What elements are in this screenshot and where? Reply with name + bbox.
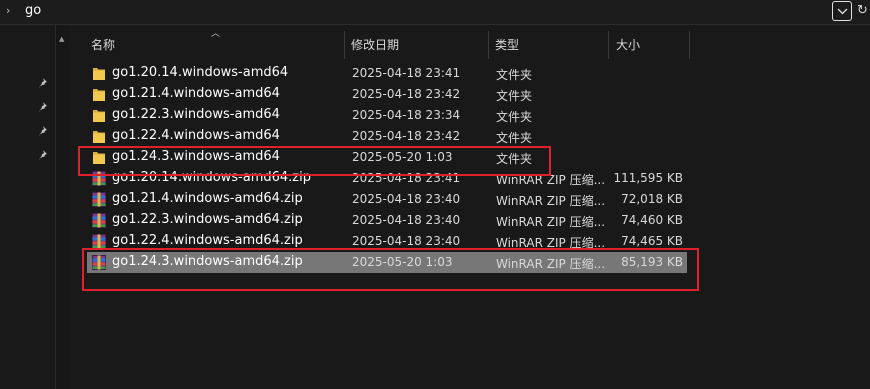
folder-icon [92, 129, 106, 144]
file-row[interactable]: go1.22.4.windows-amd64 2025-04-18 23:42 文件… [87, 126, 687, 147]
file-modified-date: 2025-04-18 23:40 [352, 192, 461, 206]
file-size: 72,018 KB [621, 192, 683, 206]
file-name: go1.22.3.windows-amd64 [112, 107, 280, 122]
file-size: 74,465 KB [621, 234, 683, 248]
breadcrumb-path[interactable]: go [25, 3, 41, 18]
column-divider[interactable] [608, 31, 609, 59]
file-type: 文件夹 [496, 131, 533, 145]
file-size: 74,460 KB [621, 213, 683, 227]
file-row[interactable]: go1.22.3.windows-amd64.zip 2025-04-18 23:… [87, 210, 687, 231]
pin-icon[interactable] [38, 101, 50, 113]
file-row[interactable]: go1.21.4.windows-amd64 2025-04-18 23:42 文件… [87, 84, 687, 105]
scroll-up-arrow-icon[interactable]: ▲ [59, 35, 64, 43]
file-name: go1.20.14.windows-amd64 [112, 65, 289, 80]
file-modified-date: 2025-04-18 23:42 [352, 129, 461, 143]
file-modified-date: 2025-04-18 23:41 [352, 66, 461, 80]
winrar-archive-icon [92, 192, 106, 207]
pin-icon[interactable] [38, 125, 50, 137]
address-bar[interactable]: › go ↻ [0, 0, 870, 25]
file-row[interactable]: go1.21.4.windows-amd64.zip 2025-04-18 23:… [87, 189, 687, 210]
chevron-down-icon [837, 8, 848, 15]
file-type: WinRAR ZIP 压缩... [496, 215, 606, 229]
folder-icon [92, 87, 106, 102]
file-modified-date: 2025-04-18 23:40 [352, 234, 461, 248]
column-header-date[interactable]: 修改日期 [351, 36, 399, 53]
winrar-archive-icon [92, 213, 106, 228]
navigation-scrollbar[interactable]: ▲ [55, 25, 69, 389]
file-name: go1.22.4.windows-amd64 [112, 128, 280, 143]
pin-icon[interactable] [38, 77, 50, 89]
file-type: WinRAR ZIP 压缩... [496, 194, 606, 208]
highlight-box-folder [78, 146, 551, 176]
file-type: 文件夹 [496, 89, 533, 103]
file-name: go1.21.4.windows-amd64.zip [112, 191, 303, 206]
winrar-archive-icon [92, 234, 106, 249]
navigation-pane [0, 25, 54, 389]
refresh-icon[interactable]: ↻ [857, 3, 868, 18]
pin-icon[interactable] [38, 149, 50, 161]
file-modified-date: 2025-04-18 23:34 [352, 108, 461, 122]
file-name: go1.22.3.windows-amd64.zip [112, 212, 303, 227]
column-divider[interactable] [488, 31, 489, 59]
file-type: 文件夹 [496, 68, 533, 82]
file-modified-date: 2025-04-18 23:40 [352, 213, 461, 227]
file-type: 文件夹 [496, 110, 533, 124]
column-divider[interactable] [689, 31, 690, 59]
file-modified-date: 2025-04-18 23:42 [352, 87, 461, 101]
column-header: 名称 修改日期 类型 大小 [69, 31, 709, 59]
highlight-box-zip [82, 248, 699, 291]
column-header-name[interactable]: 名称 [91, 36, 115, 53]
breadcrumb-chevron-icon[interactable]: › [6, 4, 10, 17]
file-name: go1.22.4.windows-amd64.zip [112, 233, 303, 248]
column-header-type[interactable]: 类型 [495, 36, 519, 53]
column-header-size[interactable]: 大小 [616, 36, 640, 53]
file-list: ︿ 名称 修改日期 类型 大小 go1.20.14.windows-amd64 2… [69, 25, 870, 389]
file-name: go1.21.4.windows-amd64 [112, 86, 280, 101]
address-dropdown-button[interactable] [832, 1, 852, 21]
file-row[interactable]: go1.20.14.windows-amd64 2025-04-18 23:41 文… [87, 63, 687, 84]
folder-icon [92, 108, 106, 123]
file-row[interactable]: go1.22.3.windows-amd64 2025-04-18 23:34 文件… [87, 105, 687, 126]
file-size: 111,595 KB [613, 171, 683, 185]
column-divider[interactable] [344, 31, 345, 59]
folder-icon [92, 66, 106, 81]
